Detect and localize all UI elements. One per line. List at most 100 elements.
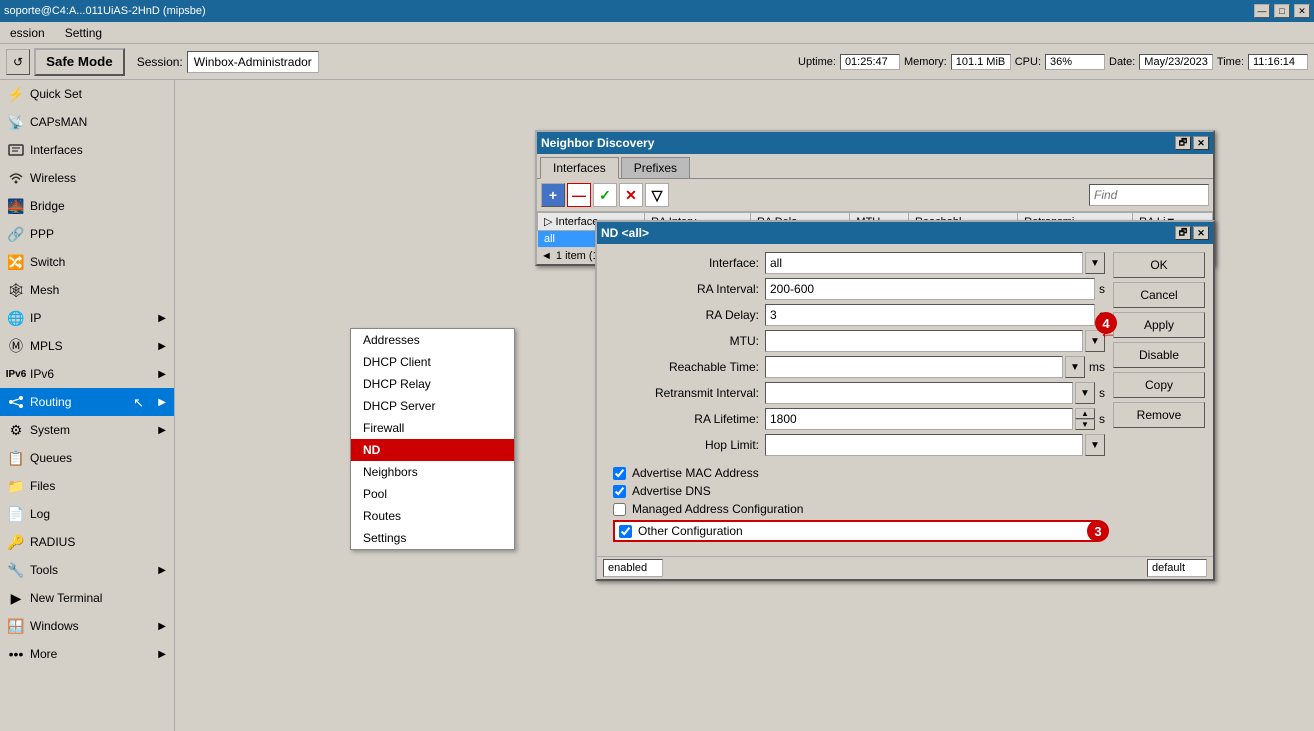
advertise-dns-checkbox[interactable] bbox=[613, 485, 626, 498]
safe-mode-btn[interactable]: Safe Mode bbox=[34, 48, 125, 76]
nd-close-btn[interactable]: ✕ bbox=[1193, 136, 1209, 150]
sidebar-item-more[interactable]: ••• More ▶ bbox=[0, 640, 174, 668]
menu-routes[interactable]: Routes bbox=[351, 505, 514, 527]
advertise-mac-checkbox[interactable] bbox=[613, 467, 626, 480]
maximize-btn[interactable]: □ bbox=[1274, 4, 1290, 18]
sidebar-label-mpls: MPLS bbox=[30, 339, 63, 353]
sidebar-item-ppp[interactable]: 🔗 PPP bbox=[0, 220, 174, 248]
sidebar-item-windows[interactable]: 🪟 Windows ▶ bbox=[0, 612, 174, 640]
sidebar-label-ip: IP bbox=[30, 311, 41, 325]
nd-remove-btn[interactable]: — bbox=[567, 183, 591, 207]
copy-btn[interactable]: Copy bbox=[1113, 372, 1205, 398]
menu-nd[interactable]: ND bbox=[351, 439, 514, 461]
sidebar: ⚡ Quick Set 📡 CAPsMAN Interfaces Wireles… bbox=[0, 80, 175, 731]
mtu-label: MTU: bbox=[605, 334, 765, 348]
menu-settings[interactable]: Settings bbox=[351, 527, 514, 549]
menu-firewall[interactable]: Firewall bbox=[351, 417, 514, 439]
other-config-checkbox[interactable] bbox=[619, 525, 632, 538]
mtu-input[interactable] bbox=[765, 330, 1083, 352]
sidebar-item-log[interactable]: 📄 Log bbox=[0, 500, 174, 528]
sidebar-label-switch: Switch bbox=[30, 255, 65, 269]
sidebar-label-windows: Windows bbox=[30, 619, 79, 633]
ra-delay-input[interactable] bbox=[765, 304, 1095, 326]
ra-lifetime-down-btn[interactable]: ▼ bbox=[1075, 419, 1095, 430]
switch-icon: 🔀 bbox=[8, 254, 24, 270]
sidebar-item-files[interactable]: 📁 Files bbox=[0, 472, 174, 500]
nd-all-buttons: OK Cancel Apply Disable Copy Remove 4 ← bbox=[1113, 244, 1213, 556]
advertise-dns-row: Advertise DNS bbox=[613, 484, 1097, 498]
menu-dhcp-client[interactable]: DHCP Client bbox=[351, 351, 514, 373]
title-bar-left: soporte@C4:A...011UiAS-2HnD (mipsbe) bbox=[4, 5, 206, 17]
sidebar-item-queues[interactable]: 📋 Queues bbox=[0, 444, 174, 472]
ra-interval-unit: s bbox=[1097, 282, 1105, 296]
sidebar-item-switch[interactable]: 🔀 Switch bbox=[0, 248, 174, 276]
ra-interval-label: RA Interval: bbox=[605, 282, 765, 296]
sidebar-item-tools[interactable]: 🔧 Tools ▶ bbox=[0, 556, 174, 584]
ok-btn[interactable]: OK bbox=[1113, 252, 1205, 278]
managed-address-checkbox[interactable] bbox=[613, 503, 626, 516]
sidebar-label-ipv6: IPv6 bbox=[30, 367, 54, 381]
queues-icon: 📋 bbox=[8, 450, 24, 466]
hop-limit-input[interactable] bbox=[765, 434, 1083, 456]
ra-interval-input[interactable] bbox=[765, 278, 1095, 300]
sidebar-item-capsman[interactable]: 📡 CAPsMAN bbox=[0, 108, 174, 136]
reload-btn[interactable]: ↺ bbox=[6, 49, 30, 75]
sidebar-label-wireless: Wireless bbox=[30, 171, 76, 185]
time-value: 11:16:14 bbox=[1248, 54, 1308, 70]
reachable-dropdown-btn[interactable]: ▼ bbox=[1065, 356, 1085, 378]
menu-session[interactable]: ession bbox=[4, 24, 51, 42]
sidebar-item-new-terminal[interactable]: ▶ New Terminal bbox=[0, 584, 174, 612]
reload-icon: ↺ bbox=[13, 55, 23, 69]
terminal-icon: ▶ bbox=[8, 590, 24, 606]
close-btn[interactable]: ✕ bbox=[1294, 4, 1310, 18]
sidebar-item-routing[interactable]: Routing ▶ ↖ bbox=[0, 388, 174, 416]
sidebar-item-ipv6[interactable]: IPv6 IPv6 ▶ bbox=[0, 360, 174, 388]
nd-restore-btn[interactable]: 🗗 bbox=[1175, 136, 1191, 150]
sidebar-item-interfaces[interactable]: Interfaces bbox=[0, 136, 174, 164]
routing-icon bbox=[8, 394, 24, 410]
sidebar-item-quick-set[interactable]: ⚡ Quick Set bbox=[0, 80, 174, 108]
wireless-icon bbox=[8, 170, 24, 186]
sidebar-item-mesh[interactable]: 🕸 Mesh bbox=[0, 276, 174, 304]
ra-lifetime-up-btn[interactable]: ▲ bbox=[1075, 408, 1095, 419]
sidebar-item-radius[interactable]: 🔑 RADIUS bbox=[0, 528, 174, 556]
ra-lifetime-input[interactable] bbox=[765, 408, 1073, 430]
remove-btn[interactable]: Remove bbox=[1113, 402, 1205, 428]
tab-prefixes[interactable]: Prefixes bbox=[621, 157, 690, 178]
menu-addresses[interactable]: Addresses bbox=[351, 329, 514, 351]
radius-icon: 🔑 bbox=[8, 534, 24, 550]
retransmit-input[interactable] bbox=[765, 382, 1073, 404]
disable-btn[interactable]: Disable bbox=[1113, 342, 1205, 368]
interface-input[interactable] bbox=[765, 252, 1083, 274]
interface-dropdown-btn[interactable]: ▼ bbox=[1085, 252, 1105, 274]
nd-all-close-btn[interactable]: ✕ bbox=[1193, 226, 1209, 240]
nd-all-restore-btn[interactable]: 🗗 bbox=[1175, 226, 1191, 240]
sidebar-item-ip[interactable]: 🌐 IP ▶ bbox=[0, 304, 174, 332]
sidebar-item-bridge[interactable]: 🌉 Bridge bbox=[0, 192, 174, 220]
sidebar-item-system[interactable]: ⚙ System ▶ bbox=[0, 416, 174, 444]
nd-filter-btn[interactable]: ▽ bbox=[645, 183, 669, 207]
nd-cross-btn[interactable]: ✕ bbox=[619, 183, 643, 207]
sidebar-item-wireless[interactable]: Wireless bbox=[0, 164, 174, 192]
tab-interfaces[interactable]: Interfaces bbox=[540, 157, 619, 179]
menu-dhcp-server[interactable]: DHCP Server bbox=[351, 395, 514, 417]
menu-neighbors[interactable]: Neighbors bbox=[351, 461, 514, 483]
ip-icon: 🌐 bbox=[8, 310, 24, 326]
ra-lifetime-unit: s bbox=[1097, 412, 1105, 426]
routing-arrow: ▶ bbox=[158, 397, 166, 408]
nd-check-btn[interactable]: ✓ bbox=[593, 183, 617, 207]
retransmit-dropdown-btn[interactable]: ▼ bbox=[1075, 382, 1095, 404]
nd-find-input[interactable] bbox=[1089, 184, 1209, 206]
nd-add-btn[interactable]: + bbox=[541, 183, 565, 207]
nd-back-arrow[interactable]: ◄ bbox=[541, 250, 552, 262]
menu-pool[interactable]: Pool bbox=[351, 483, 514, 505]
apply-btn[interactable]: Apply bbox=[1113, 312, 1205, 338]
cancel-btn[interactable]: Cancel bbox=[1113, 282, 1205, 308]
menu-setting[interactable]: Setting bbox=[59, 24, 108, 42]
reachable-input[interactable] bbox=[765, 356, 1063, 378]
hop-limit-dropdown-btn[interactable]: ▼ bbox=[1085, 434, 1105, 456]
menu-dhcp-relay[interactable]: DHCP Relay bbox=[351, 373, 514, 395]
managed-address-row: Managed Address Configuration bbox=[613, 502, 1097, 516]
sidebar-item-mpls[interactable]: Ⓜ MPLS ▶ bbox=[0, 332, 174, 360]
minimize-btn[interactable]: — bbox=[1254, 4, 1270, 18]
